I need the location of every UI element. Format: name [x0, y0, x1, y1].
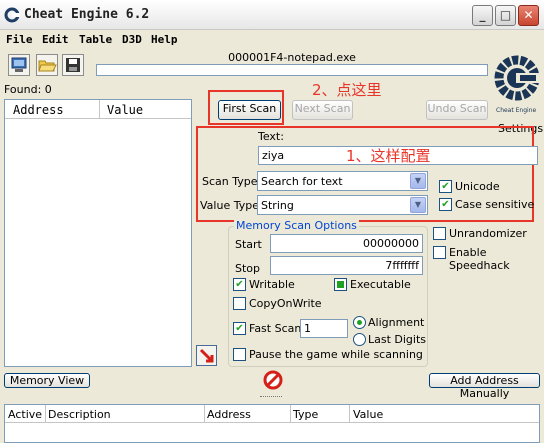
chevron-down-icon: ▼ — [410, 173, 426, 189]
folder-open-icon — [38, 60, 57, 72]
found-address-list[interactable]: Address Value — [4, 99, 192, 367]
cheat-engine-icon — [4, 7, 20, 23]
unrandomizer-label: Unrandomizer — [449, 227, 527, 240]
value-type-value: String — [261, 199, 294, 212]
menu-bar: File Edit Table D3D Help — [0, 31, 544, 49]
copy-on-write-label: CopyOnWrite — [249, 297, 322, 310]
menu-file[interactable]: File — [6, 33, 33, 46]
splitter-handle[interactable] — [260, 396, 282, 398]
column-value[interactable]: Value — [107, 103, 143, 117]
scan-type-select[interactable]: Search for text ▼ — [257, 171, 428, 191]
scan-type-label: Scan Type — [202, 175, 258, 188]
undo-scan-button[interactable]: Undo Scan — [426, 100, 488, 120]
stop-icon — [263, 370, 283, 390]
column-type[interactable]: Type — [293, 408, 318, 421]
menu-edit[interactable]: Edit — [42, 33, 69, 46]
address-table-header: Active Description Address Type Value — [5, 405, 539, 423]
annotation-click-here: 2、点这里 — [312, 81, 382, 99]
close-button[interactable]: ✕ — [518, 5, 539, 26]
logo-caption: Cheat Engine — [496, 107, 537, 114]
chevron-down-icon: ▼ — [410, 197, 426, 213]
unrandomizer-checkbox[interactable] — [433, 227, 446, 240]
fast-scan-label: Fast Scan — [249, 322, 302, 335]
save-button[interactable] — [62, 54, 84, 76]
add-address-button[interactable]: Add Address Manually — [429, 373, 540, 400]
text-label: Text: — [258, 130, 284, 143]
found-list-header: Address Value — [5, 100, 191, 119]
case-sensitive-checkbox[interactable]: ✔ — [439, 198, 452, 211]
address-table[interactable]: Active Description Address Type Value — [4, 404, 540, 443]
scan-type-value: Search for text — [261, 175, 343, 188]
column-address-table[interactable]: Address — [207, 408, 251, 421]
speedhack-checkbox[interactable] — [433, 246, 446, 259]
start-address-input[interactable]: 00000000 — [270, 234, 423, 253]
pause-game-checkbox[interactable] — [233, 348, 246, 361]
last-digits-radio[interactable] — [353, 333, 366, 346]
alignment-label: Alignment — [368, 316, 425, 329]
writable-checkbox[interactable]: ✔ — [233, 278, 246, 291]
executable-checkbox[interactable] — [334, 278, 347, 291]
process-title: 000001F4-notepad.exe — [228, 51, 356, 64]
maximize-button[interactable]: □ — [495, 5, 516, 26]
floppy-disk-icon — [66, 58, 80, 72]
speedhack-label: Enable Speedhack — [449, 246, 510, 272]
open-file-button[interactable] — [36, 54, 58, 76]
menu-d3d[interactable]: D3D — [122, 33, 142, 46]
column-value-table[interactable]: Value — [353, 408, 383, 421]
fast-scan-checkbox[interactable]: ✔ — [233, 322, 246, 335]
memory-scan-options-title: Memory Scan Options — [234, 219, 359, 232]
open-process-button[interactable] — [8, 54, 30, 76]
executable-label: Executable — [350, 278, 411, 291]
case-sensitive-label: Case sensitive — [455, 198, 535, 211]
title-bar: Cheat Engine 6.2 _ □ ✕ — [0, 0, 544, 30]
cheat-engine-logo[interactable] — [492, 54, 542, 106]
red-arrow-icon — [199, 348, 214, 363]
pause-game-label: Pause the game while scanning — [249, 348, 423, 361]
stop-label: Stop — [235, 262, 261, 275]
fast-scan-input[interactable]: 1 — [300, 319, 348, 338]
column-description[interactable]: Description — [48, 408, 111, 421]
menu-table[interactable]: Table — [79, 33, 112, 46]
pointer-scan-button[interactable] — [196, 345, 217, 366]
column-active[interactable]: Active — [8, 408, 42, 421]
stop-address-input[interactable]: 7fffffff — [270, 256, 423, 275]
alignment-radio[interactable] — [353, 316, 366, 329]
computer-icon — [11, 57, 27, 72]
clear-list-button[interactable] — [263, 370, 283, 393]
value-type-select[interactable]: String ▼ — [257, 195, 428, 215]
last-digits-label: Last Digits — [368, 333, 427, 346]
found-count: Found: 0 — [4, 83, 52, 96]
start-label: Start — [235, 238, 262, 251]
value-type-label: Value Type — [200, 199, 259, 212]
copy-on-write-checkbox[interactable] — [233, 297, 246, 310]
menu-help[interactable]: Help — [151, 33, 178, 46]
minimize-button[interactable]: _ — [472, 5, 493, 26]
window-title: Cheat Engine 6.2 — [24, 7, 150, 22]
unicode-checkbox[interactable]: ✔ — [439, 180, 452, 193]
writable-label: Writable — [249, 278, 295, 291]
first-scan-button[interactable]: First Scan — [218, 100, 281, 120]
scan-progress-bar — [96, 64, 488, 76]
next-scan-button[interactable]: Next Scan — [292, 100, 353, 120]
memory-view-button[interactable]: Memory View — [4, 373, 90, 388]
annotation-configure: 1、这样配置 — [346, 147, 431, 165]
unicode-label: Unicode — [455, 180, 500, 193]
column-address[interactable]: Address — [13, 103, 64, 117]
